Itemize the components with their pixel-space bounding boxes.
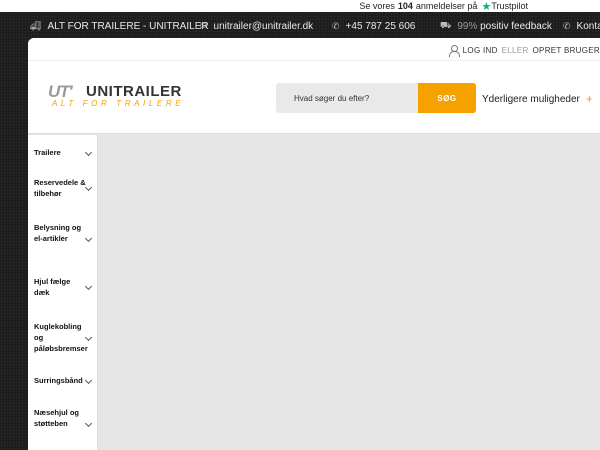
topbar-feedback: ⛟ 99% positiv feedback bbox=[440, 20, 552, 32]
chevron-down-icon bbox=[84, 419, 93, 428]
sidebar-item-label: Hjul fælge dæk bbox=[34, 277, 71, 297]
trustpilot-bar[interactable]: Se vores 104 anmeldelser på ★ Trustpilot bbox=[0, 0, 600, 13]
search-button[interactable]: SØG bbox=[418, 83, 476, 113]
topbar-contact-text: Kontakt bbox=[576, 20, 600, 32]
sidebar-item-label: Trailere bbox=[34, 148, 61, 157]
sidebar-item-reservedele[interactable]: Reservedele & tilbehør bbox=[28, 177, 98, 207]
chevron-down-icon bbox=[84, 234, 93, 243]
top-info-bar: 🚚︎ ALT FOR TRAILERE - UNITRAILER ✉ unitr… bbox=[0, 12, 600, 40]
site-logo[interactable]: UT' UNITRAILER ALT FOR TRAILERE bbox=[48, 82, 218, 110]
divider bbox=[28, 60, 600, 61]
site-header: LOG IND ELLER OPRET BRUGER UT' UNITRAILE… bbox=[28, 38, 600, 134]
topbar-phone[interactable]: ✆ +45 787 25 606 bbox=[332, 21, 415, 32]
star-icon: ★ bbox=[481, 0, 492, 13]
topbar-contact[interactable]: ✆ Kontakt bbox=[563, 21, 600, 32]
feedback-percent: 99% bbox=[457, 20, 478, 32]
topbar-phone-text: +45 787 25 606 bbox=[345, 20, 416, 32]
logo-name: UNITRAILER bbox=[86, 83, 182, 100]
logo-tagline: ALT FOR TRAILERE bbox=[52, 99, 185, 108]
sidebar-item-kuglekobling[interactable]: Kuglekobling og påløbsbremser bbox=[28, 321, 98, 361]
topbar-brand[interactable]: 🚚︎ ALT FOR TRAILERE - UNITRAILER bbox=[30, 21, 209, 32]
trustpilot-prefix: Se vores bbox=[359, 1, 395, 11]
sidebar-item-label: Kuglekobling og påløbsbremser bbox=[34, 322, 88, 353]
search-input[interactable] bbox=[276, 83, 418, 113]
more-options-label: Yderligere muligheder bbox=[482, 93, 580, 105]
sidebar-item-hjul[interactable]: Hjul fælge dæk bbox=[28, 276, 98, 306]
truck-icon: 🚚︎ bbox=[30, 20, 42, 31]
sidebar-item-label: Reservedele & tilbehør bbox=[34, 178, 86, 198]
chevron-down-icon bbox=[84, 148, 93, 157]
sidebar-item-label: Næsehjul og støtteben bbox=[34, 408, 80, 428]
phone-icon: ✆ bbox=[563, 20, 571, 31]
main-panel: LOG IND ELLER OPRET BRUGER UT' UNITRAILE… bbox=[28, 38, 600, 450]
category-sidebar: Trailere Reservedele & tilbehør Belysnin… bbox=[28, 135, 98, 450]
sidebar-item-belysning[interactable]: Belysning og el-artikler bbox=[28, 222, 98, 262]
user-icon bbox=[448, 44, 460, 57]
trustpilot-brand: Trustpilot bbox=[491, 1, 528, 11]
sidebar-item-label: Surringsbånd bbox=[34, 376, 83, 385]
sidebar-item-label: Belysning og el-artikler bbox=[34, 223, 82, 243]
trustpilot-count: 104 bbox=[397, 1, 413, 11]
sidebar-item-surringsbaand[interactable]: Surringsbånd bbox=[28, 375, 98, 395]
feedback-text: positiv feedback bbox=[480, 20, 552, 32]
sidebar-item-trailere[interactable]: Trailere bbox=[28, 147, 98, 167]
delivery-icon: ⛟ bbox=[440, 20, 452, 30]
chevron-down-icon bbox=[84, 282, 93, 291]
plus-icon: + bbox=[585, 92, 593, 106]
or-text: ELLER bbox=[501, 45, 529, 55]
register-link[interactable]: OPRET BRUGER bbox=[533, 46, 600, 55]
account-links: LOG IND ELLER OPRET BRUGER bbox=[448, 42, 600, 58]
chevron-down-icon bbox=[84, 376, 93, 385]
topbar-brand-text: ALT FOR TRAILERE - UNITRAILER bbox=[47, 20, 209, 32]
login-link[interactable]: LOG IND bbox=[463, 46, 498, 55]
topbar-email-text: unitrailer@unitrailer.dk bbox=[213, 20, 314, 32]
sidebar-item-naesehjul[interactable]: Næsehjul og støtteben bbox=[28, 407, 98, 447]
chevron-down-icon bbox=[84, 183, 93, 192]
trustpilot-suffix: anmeldelser på bbox=[415, 1, 478, 11]
more-options-link[interactable]: Yderligere muligheder + bbox=[482, 92, 593, 106]
chevron-down-icon bbox=[84, 333, 93, 342]
phone-icon: ✆ bbox=[332, 20, 340, 31]
envelope-icon: ✉ bbox=[200, 20, 208, 31]
topbar-email[interactable]: ✉ unitrailer@unitrailer.dk bbox=[200, 21, 313, 32]
main-content bbox=[99, 135, 600, 450]
